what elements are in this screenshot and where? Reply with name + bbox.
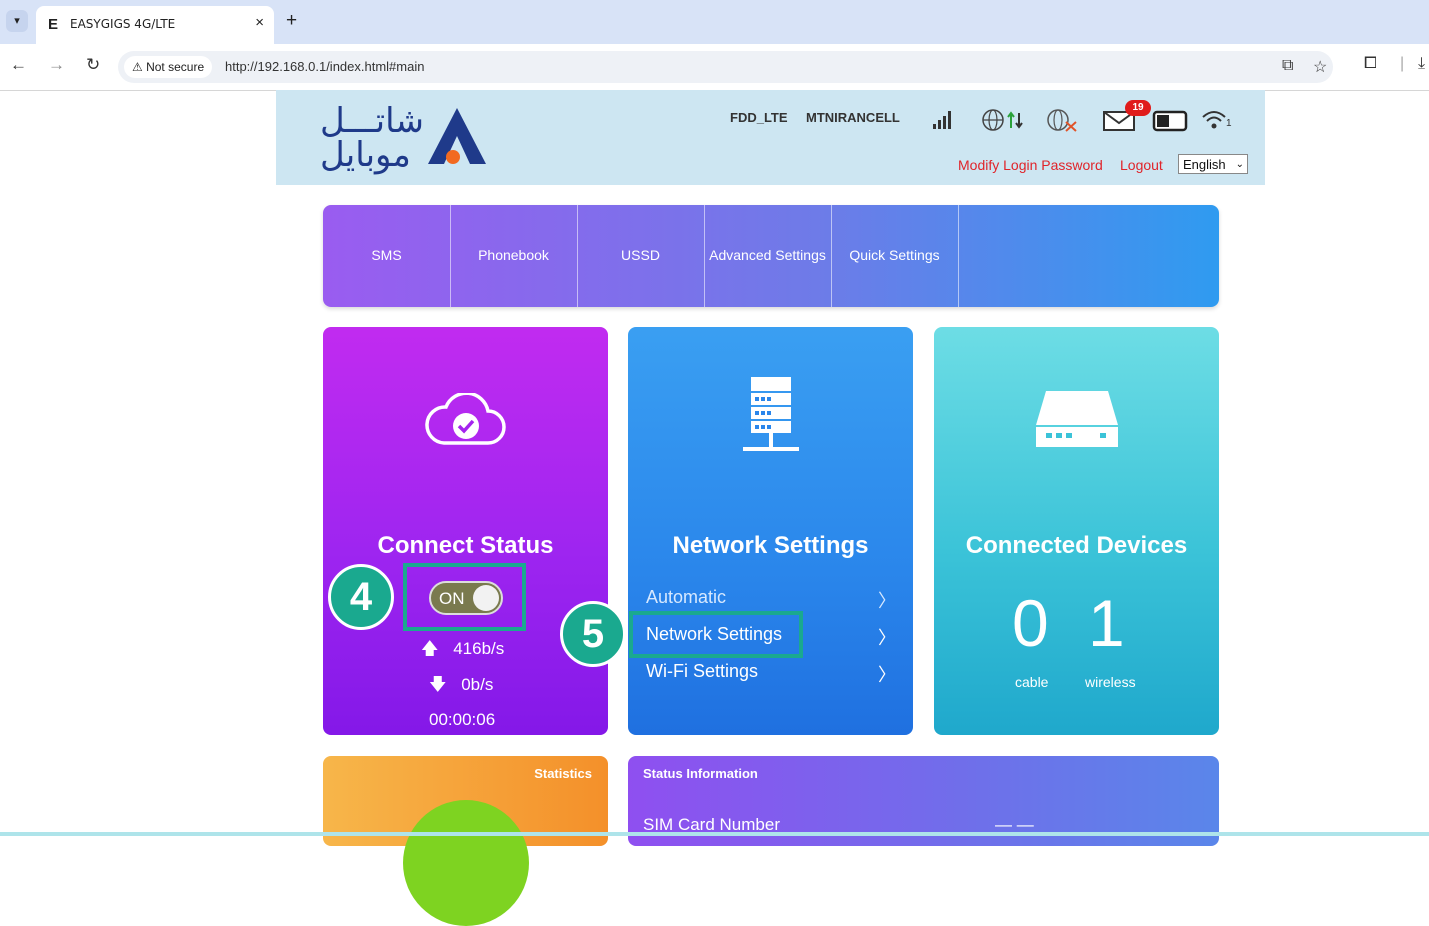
- connected-devices-card: Connected Devices 0 1 cable wireless: [934, 327, 1219, 735]
- not-secure-label: Not secure: [146, 60, 205, 74]
- menu-item-quick-settings[interactable]: Quick Settings: [831, 205, 959, 307]
- menu-item-sms[interactable]: SMS: [323, 205, 451, 307]
- wifi-settings-link[interactable]: Wi-Fi Settings 〉: [646, 661, 896, 685]
- browser-toolbar: ← → ↻ ⚠ Not secure http://192.168.0.1/in…: [0, 44, 1429, 91]
- logo-mark-icon: [428, 108, 486, 164]
- back-arrow-icon[interactable]: ←: [10, 55, 27, 75]
- chevron-down-icon: ⌄: [1235, 159, 1244, 170]
- message-count-badge: 19: [1125, 100, 1151, 116]
- modify-login-password-link[interactable]: Modify Login Password: [958, 157, 1103, 173]
- reload-icon[interactable]: ↻: [86, 55, 100, 75]
- wireless-label: wireless: [1085, 674, 1136, 690]
- site-info-button[interactable]: ⚠ Not secure: [124, 56, 213, 78]
- bookmark-star-icon[interactable]: ☆: [1313, 57, 1327, 77]
- connect-status-card: Connect Status ON 🡅 416b/s 🡇 0b/s 00:00:…: [323, 327, 608, 735]
- url-text: http://192.168.0.1/index.html#main: [225, 59, 425, 74]
- translate-icon[interactable]: ⧉: [1282, 57, 1293, 75]
- usage-chart: [403, 800, 529, 926]
- cable-label: cable: [1015, 674, 1049, 690]
- battery-icon: [1152, 110, 1188, 132]
- site-favicon: E: [48, 16, 59, 33]
- connect-status-title: Connect Status: [377, 532, 554, 559]
- connected-devices-title: Connected Devices: [965, 532, 1188, 559]
- toolbar-divider: |: [1400, 55, 1405, 72]
- roaming-off-icon: [1047, 109, 1077, 132]
- network-settings-card: Network Settings Automatic 〉 Network Set…: [628, 327, 913, 735]
- step-4-badge: 4: [328, 564, 394, 630]
- download-speed: 0b/s: [461, 675, 494, 694]
- internet-connected-icon: [982, 109, 1023, 131]
- address-bar[interactable]: ⚠ Not secure http://192.168.0.1/index.ht…: [118, 51, 1333, 83]
- forward-arrow-icon[interactable]: →: [48, 55, 65, 75]
- automatic-link[interactable]: Automatic 〉: [646, 587, 896, 611]
- network-type: FDD_LTE: [730, 110, 788, 125]
- browser-tab-bar: ▾ E EASYGIGS 4G/LTE × +: [0, 0, 1429, 44]
- server-icon: [628, 375, 913, 466]
- network-settings-highlight-box: [629, 611, 803, 658]
- language-value: English: [1183, 157, 1226, 172]
- step-5-badge: 5: [560, 601, 626, 667]
- menu-item-phonebook[interactable]: Phonebook: [450, 205, 578, 307]
- cable-device-count: 0: [1012, 586, 1049, 660]
- operator-name: MTNIRANCELL: [806, 110, 900, 125]
- upload-speed-row: 🡅 416b/s: [421, 636, 504, 665]
- download-arrow-icon: 🡇: [429, 675, 447, 694]
- wireless-device-count: 1: [1088, 586, 1125, 660]
- cloud-check-icon: [323, 391, 608, 454]
- extensions-icon[interactable]: ⧠: [1364, 55, 1377, 73]
- logo-text-line1: شاتـــل: [320, 101, 424, 141]
- shatel-logo: شاتـــل موبایل: [320, 104, 424, 172]
- tab-close-button[interactable]: ×: [255, 14, 264, 31]
- main-menu: SMS Phonebook USSD Advanced Settings Qui…: [323, 205, 1219, 307]
- chevron-right-icon: 〉: [878, 628, 896, 648]
- toggle-highlight-box: [403, 563, 526, 631]
- router-header: شاتـــل موبایل FDD_LTE MTNIRANCELL 19 1 …: [276, 90, 1265, 185]
- upload-arrow-icon: 🡅: [421, 639, 439, 658]
- automatic-label: Automatic: [646, 587, 727, 607]
- upload-speed: 416b/s: [453, 639, 505, 658]
- signal-strength-icon: [933, 111, 951, 129]
- connection-duration: 00:00:06: [429, 710, 496, 729]
- language-select[interactable]: English ⌄: [1178, 154, 1248, 174]
- new-tab-button[interactable]: +: [286, 10, 297, 32]
- bottom-edge-strip: [0, 832, 1429, 836]
- chevron-right-icon: 〉: [878, 591, 896, 611]
- network-settings-title: Network Settings: [672, 532, 869, 559]
- tab-search-button[interactable]: ▾: [6, 10, 28, 32]
- statistics-title: Statistics: [534, 766, 592, 781]
- status-information-title: Status Information: [643, 766, 758, 781]
- browser-tab[interactable]: E EASYGIGS 4G/LTE ×: [36, 6, 274, 44]
- wifi-settings-label: Wi-Fi Settings: [646, 661, 759, 681]
- router-icon: [934, 389, 1219, 456]
- wifi-client-count: 1: [1226, 118, 1232, 129]
- logout-link[interactable]: Logout: [1120, 157, 1163, 173]
- menu-item-ussd[interactable]: USSD: [577, 205, 705, 307]
- chevron-right-icon: 〉: [878, 665, 896, 685]
- download-speed-row: 🡇 0b/s: [429, 672, 493, 701]
- warning-icon: ⚠: [132, 60, 147, 74]
- logo-text-line2: موبایل: [320, 135, 411, 175]
- tab-title: EASYGIGS 4G/LTE: [70, 17, 176, 31]
- menu-item-advanced-settings[interactable]: Advanced Settings: [704, 205, 832, 307]
- download-icon[interactable]: ⤓: [1418, 55, 1425, 73]
